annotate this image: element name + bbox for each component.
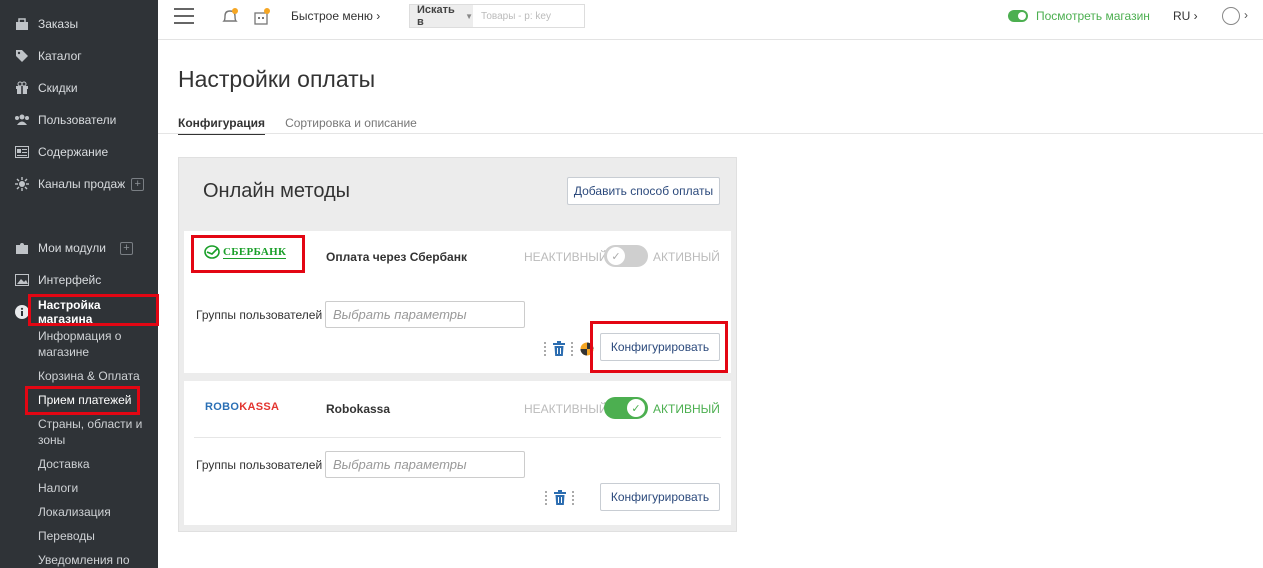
quick-menu[interactable]: Быстрое меню › — [291, 9, 380, 23]
sidebar-sub-store-info[interactable]: Информация о магазине — [38, 328, 150, 360]
sidebar-sub-notifications[interactable]: Уведомления по — [38, 552, 150, 568]
drag-handle-icon[interactable] — [571, 342, 574, 356]
configure-button-robokassa[interactable]: Конфигурировать — [600, 483, 720, 511]
active-toggle[interactable]: ✓ — [604, 245, 648, 267]
highlight-box-configure-sberbank — [590, 321, 728, 373]
trash-icon[interactable] — [553, 490, 567, 506]
quick-menu-label: Быстрое меню — [291, 9, 373, 23]
orders-icon — [14, 16, 30, 32]
view-store-link[interactable]: Посмотреть магазин — [1008, 9, 1150, 23]
language-selector[interactable]: RU › — [1173, 9, 1198, 23]
inactive-label: НЕАКТИВНЫЙ — [524, 402, 608, 416]
highlight-box-store-settings — [28, 294, 159, 326]
active-toggle[interactable]: ✓ — [604, 397, 648, 419]
sidebar-item-catalog[interactable]: Каталог — [14, 46, 82, 66]
users-icon — [14, 112, 30, 128]
payment-method-name: Robokassa — [326, 402, 391, 416]
sidebar-item-users[interactable]: Пользователи — [14, 110, 116, 130]
channels-icon — [14, 176, 30, 192]
user-groups-label: Группы пользователей — [196, 458, 323, 472]
user-groups-input[interactable]: Выбрать параметры — [325, 451, 525, 478]
chevron-right-icon[interactable]: › — [1244, 8, 1248, 22]
sidebar-sub-cart-payment[interactable]: Корзина & Оплата — [38, 368, 150, 384]
tabs-divider — [158, 133, 1263, 134]
sidebar-item-interface[interactable]: Интерфейс — [14, 270, 101, 290]
robokassa-logo-part-a: ROBO — [205, 401, 240, 413]
sidebar: Заказы Каталог Скидки Пользователи Содер… — [0, 0, 159, 568]
storefront-icon[interactable] — [252, 7, 272, 27]
toggle-icon — [1008, 10, 1028, 22]
add-module-plus-icon[interactable]: + — [119, 241, 133, 255]
sidebar-sub-countries[interactable]: Страны, области и зоны — [38, 416, 150, 448]
bell-icon[interactable] — [220, 7, 240, 27]
highlight-box-sberbank-logo — [191, 235, 305, 273]
sidebar-item-orders[interactable]: Заказы — [14, 14, 78, 34]
search-input[interactable]: Товары - p: key — [473, 5, 584, 27]
tag-icon — [14, 48, 30, 64]
sidebar-item-label: Пользователи — [38, 113, 117, 127]
search-box[interactable]: Искать в ▼ Товары - p: key — [409, 4, 585, 28]
sidebar-item-my-modules[interactable]: Мои модули + — [14, 238, 133, 258]
image-icon — [14, 272, 30, 288]
gift-icon — [14, 80, 30, 96]
sidebar-item-content[interactable]: Содержание — [14, 142, 108, 162]
payment-method-name: Оплата через Сбербанк — [326, 250, 467, 264]
payment-method-card-robokassa: ROBOKASSA Robokassa НЕАКТИВНЫЙ ✓ АКТИВНЫ… — [184, 381, 731, 525]
sidebar-sub-localization[interactable]: Локализация — [38, 504, 150, 520]
view-store-label: Посмотреть магазин — [1036, 9, 1150, 23]
robokassa-logo-part-b: KASSA — [239, 401, 280, 413]
add-channel-plus-icon[interactable]: + — [131, 177, 145, 191]
sidebar-sub-shipping[interactable]: Доставка — [38, 456, 150, 472]
panel-title: Онлайн методы — [203, 180, 351, 202]
trash-icon[interactable] — [552, 341, 566, 357]
active-label: АКТИВНЫЙ — [653, 402, 720, 416]
card-divider — [194, 437, 721, 438]
drag-handle-icon[interactable] — [544, 342, 547, 356]
page-title: Настройки оплаты — [178, 66, 376, 92]
check-icon: ✓ — [627, 399, 645, 417]
sidebar-item-label: Заказы — [38, 17, 79, 31]
drag-handle-icon[interactable] — [545, 491, 548, 505]
topbar: Быстрое меню › Искать в ▼ Товары - p: key… — [158, 0, 1263, 40]
highlight-box-payment-acceptance — [25, 386, 140, 415]
caret-down-icon: ▼ — [465, 11, 473, 21]
sidebar-item-sales-channels[interactable]: Каналы продаж + — [14, 174, 145, 194]
sidebar-item-label: Каналы продаж — [38, 177, 126, 191]
user-groups-label: Группы пользователей — [196, 308, 323, 322]
robokassa-logo: ROBOKASSA — [205, 401, 279, 413]
sidebar-item-label: Каталог — [38, 49, 82, 63]
search-scope-label: Искать в — [417, 4, 455, 28]
sidebar-sub-taxes[interactable]: Налоги — [38, 480, 150, 496]
sidebar-item-label: Скидки — [38, 81, 78, 95]
sidebar-item-label: Содержание — [38, 145, 109, 159]
search-scope-select[interactable]: Искать в ▼ — [410, 4, 473, 28]
drag-handle-icon[interactable] — [572, 491, 575, 505]
sidebar-sub-translations[interactable]: Переводы — [38, 528, 150, 544]
add-payment-method-button[interactable]: Добавить способ оплаты — [567, 177, 720, 205]
content-icon — [14, 144, 30, 160]
chevron-right-icon: › — [376, 9, 381, 23]
sidebar-item-label: Интерфейс — [38, 273, 102, 287]
check-icon: ✓ — [607, 247, 625, 265]
puzzle-icon — [14, 240, 30, 256]
language-label: RU — [1173, 9, 1191, 23]
user-groups-input[interactable]: Выбрать параметры — [325, 301, 525, 328]
user-avatar-icon[interactable] — [1222, 7, 1240, 25]
active-label: АКТИВНЫЙ — [653, 250, 720, 264]
menu-hamburger-icon[interactable] — [174, 8, 194, 24]
sidebar-item-discounts[interactable]: Скидки — [14, 78, 78, 98]
sidebar-item-label: Мои модули — [38, 241, 106, 255]
inactive-label: НЕАКТИВНЫЙ — [524, 250, 608, 264]
